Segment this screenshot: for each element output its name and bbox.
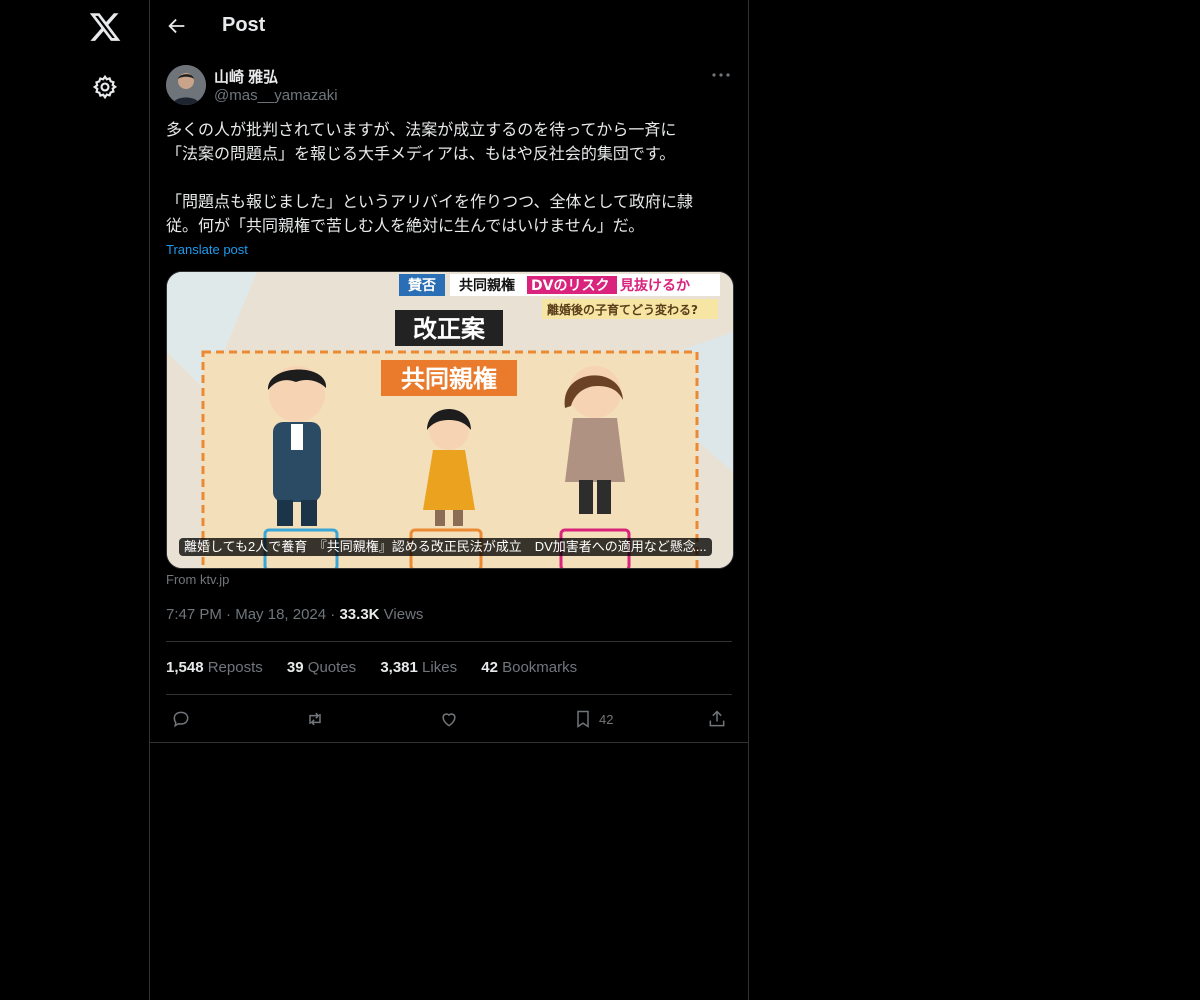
media-subheadline: 離婚後の子育てどう変わる? [547, 302, 698, 317]
post-text-line: 従。何が「共同親権で苦しむ人を絶対に生んではいけません」だ。 [166, 218, 645, 235]
media-card[interactable]: 賛否 共同親権 DVのリスク 見抜けるか 離婚後の子育てどう変わる? 改正案 共… [166, 271, 734, 569]
source-link[interactable]: From ktv.jp [166, 572, 229, 587]
translate-link[interactable]: Translate post [166, 242, 248, 257]
post-time[interactable]: 7:47 PM [166, 606, 222, 623]
more-icon[interactable] [710, 66, 732, 84]
post-date[interactable]: May 18, 2024 [235, 606, 326, 623]
post-text-line: 「問題点も報じました」というアリバイを作りつつ、全体として政府に隷 [166, 194, 694, 211]
likes-stat[interactable]: 3,381 Likes [380, 659, 457, 676]
author-handle[interactable]: @mas__yamazaki [214, 87, 338, 104]
author-name[interactable]: 山崎 雅弘 [214, 66, 278, 87]
media-title-box: 改正案 [413, 315, 486, 343]
media-caption: 離婚しても2人で養育 『共同親権』認める改正民法が成立 DV加害者への適用など懸… [179, 538, 712, 556]
like-button[interactable] [439, 708, 459, 730]
media-headline-1: 共同親権 [459, 277, 515, 294]
views-count: 33.3K [339, 606, 380, 623]
x-logo-icon[interactable] [88, 10, 122, 44]
quotes-stat[interactable]: 39 Quotes [287, 659, 356, 676]
gear-icon[interactable] [92, 74, 118, 100]
media-headline-3: 見抜けるか [619, 277, 690, 294]
share-button[interactable] [707, 708, 727, 730]
bookmark-icon [577, 710, 589, 728]
post-text-line: 多くの人が批判されていますが、法案が成立するのを待ってから一斉に [166, 122, 677, 139]
repost-icon [309, 712, 321, 726]
divider [166, 694, 732, 695]
media-headline-2: DVのリスク [531, 278, 609, 294]
post-stats: 1,548 Reposts 39 Quotes 3,381 Likes 42 B… [166, 659, 597, 676]
main-column: Post 山崎 雅弘 @mas__yamazaki 多くの人が批判されていますが… [150, 0, 749, 1000]
views-label: Views [383, 606, 424, 623]
action-bar: 42 [150, 700, 748, 742]
reply-icon [173, 711, 189, 728]
share-icon [709, 710, 725, 727]
page-title: Post [222, 14, 266, 36]
bookmark-button[interactable]: 42 [573, 708, 613, 730]
media-image: 賛否 共同親権 DVのリスク 見抜けるか 離婚後の子育てどう変わる? 改正案 共… [167, 272, 733, 568]
header: Post [150, 0, 748, 53]
repost-button[interactable] [305, 708, 325, 730]
divider [150, 742, 748, 743]
reposts-stat[interactable]: 1,548 Reposts [166, 659, 263, 676]
divider [166, 641, 732, 642]
heart-icon [442, 713, 456, 727]
bookmark-count: 42 [599, 711, 614, 727]
media-badge: 賛否 [408, 277, 436, 294]
avatar[interactable] [166, 65, 206, 105]
arrow-left-icon[interactable] [166, 15, 188, 37]
reply-button[interactable] [171, 708, 191, 730]
post-text: 多くの人が批判されていますが、法案が成立するのを待ってから一斉に 「法案の問題点… [166, 119, 732, 239]
left-nav [0, 0, 150, 1000]
media-inner-label: 共同親権 [401, 365, 497, 393]
bookmarks-stat[interactable]: 42 Bookmarks [481, 659, 577, 676]
post-meta: 7:47 PM · May 18, 2024 · 33.3K Views [166, 606, 424, 623]
post-text-line: 「法案の問題点」を報じる大手メディアは、もはや反社会的集団です。 [166, 146, 676, 163]
